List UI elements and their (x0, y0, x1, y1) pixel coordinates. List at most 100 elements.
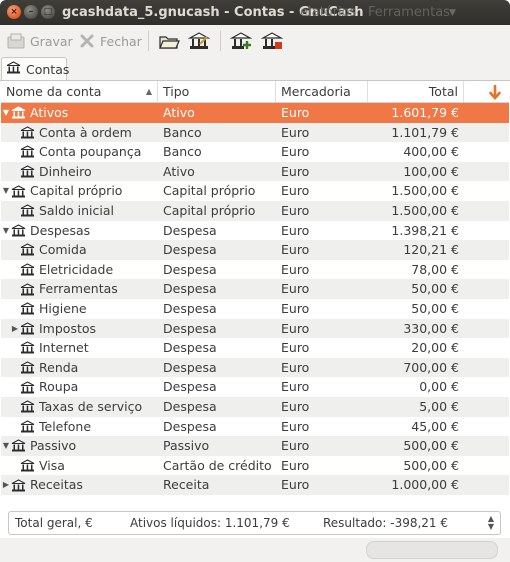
account-name-cell: Saldo inicial (1, 201, 158, 221)
close-tab-button[interactable]: Fechar (78, 29, 142, 53)
edit-account-button[interactable] (188, 29, 210, 53)
account-commodity: Euro (281, 457, 310, 473)
column-header-row: Nome da conta ▲ Tipo Mercadoria Total (1, 81, 509, 103)
account-row[interactable]: Dinheiro Ativo Euro 100,00 € (1, 161, 509, 182)
account-name-cell: Internet (1, 338, 158, 358)
summary-spin-icon[interactable]: ▲ ▼ (488, 515, 494, 531)
account-name: Conta à ordem (39, 124, 132, 140)
account-total: 700,00 € (403, 359, 459, 375)
account-row[interactable]: ▶ Receitas Receita Euro 1.000,00 € (1, 475, 509, 495)
close-label: Fechar (100, 33, 142, 49)
column-header-type[interactable]: Tipo (158, 81, 276, 102)
account-total: 330,00 € (403, 320, 459, 336)
summary-bar[interactable]: Total geral, € Ativos líquidos: 1.101,79… (8, 511, 501, 535)
arrow-down-icon (489, 84, 501, 100)
account-total: 50,00 € (411, 281, 459, 297)
account-row[interactable]: Telefone Despesa Euro 45,00 € (1, 417, 509, 437)
open-account-button[interactable] (158, 29, 180, 53)
minimize-window-button[interactable]: – (24, 5, 38, 19)
tab-label: Contas (26, 61, 70, 77)
account-type: Despesa (163, 320, 217, 336)
account-name: Visa (39, 457, 65, 473)
column-selector-button[interactable] (464, 81, 509, 102)
account-total: 100,00 € (403, 163, 459, 179)
column-header-commodity[interactable]: Mercadoria (276, 81, 368, 102)
account-name: Taxas de serviço (39, 398, 143, 414)
menu-reports[interactable]: elatórios (300, 5, 356, 20)
expander-open-icon[interactable]: ▼ (1, 181, 11, 201)
account-row[interactable]: Higiene Despesa Euro 50,00 € (1, 299, 509, 319)
bank-icon (20, 302, 36, 316)
account-type: Cartão de crédito (163, 457, 272, 473)
account-row[interactable]: Taxas de serviço Despesa Euro 5,00 € (1, 396, 509, 417)
account-name: Passivo (30, 438, 77, 454)
account-row[interactable]: Conta poupança Banco Euro 400,00 € (1, 142, 509, 162)
account-name-cell: Comida (1, 240, 158, 260)
menu-overflow-icon[interactable]: ▼ (449, 8, 456, 18)
account-commodity: Euro (281, 124, 310, 140)
account-total: 1.101,79 € (391, 124, 459, 140)
expander-open-icon[interactable]: ▼ (1, 103, 11, 123)
account-row[interactable]: Comida Despesa Euro 120,21 € (1, 240, 509, 260)
delete-account-icon (261, 31, 283, 51)
column-header-name[interactable]: Nome da conta ▲ (1, 81, 158, 102)
account-type: Ativo (163, 163, 195, 179)
bank-icon (20, 125, 36, 139)
account-extra-cell (464, 201, 509, 221)
account-total: 5,00 € (419, 398, 459, 414)
account-name: Ferramentas (39, 281, 118, 297)
save-button[interactable]: Gravar (6, 29, 73, 53)
bank-icon (6, 61, 21, 77)
account-total: 78,00 € (411, 261, 459, 277)
account-total: 0,00 € (419, 379, 459, 395)
account-row[interactable]: Eletricidade Despesa Euro 78,00 € (1, 260, 509, 280)
menu-tools[interactable]: Ferramentas (368, 5, 450, 20)
account-name: Telefone (39, 418, 92, 434)
column-header-total[interactable]: Total (368, 81, 464, 102)
delete-account-button[interactable] (261, 29, 283, 53)
account-row[interactable]: Internet Despesa Euro 20,00 € (1, 338, 509, 358)
account-name-cell: ▼ Ativos (1, 103, 158, 123)
account-row[interactable]: ▼ Ativos Ativo Euro 1.601,79 € (1, 103, 509, 123)
account-row[interactable]: Roupa Despesa Euro 0,00 € (1, 377, 509, 397)
accounts-tree[interactable]: Nome da conta ▲ Tipo Mercadoria Total ▼ A… (1, 81, 509, 495)
new-account-button[interactable] (230, 29, 252, 53)
account-name: Higiene (39, 300, 87, 316)
account-extra-cell (464, 142, 509, 162)
account-commodity: Euro (281, 202, 310, 218)
account-type: Despesa (163, 222, 217, 238)
account-type: Despesa (163, 300, 217, 316)
account-commodity: Euro (281, 340, 310, 356)
account-row[interactable]: ▶ Impostos Despesa Euro 330,00 € (1, 318, 509, 339)
account-name: Eletricidade (39, 261, 114, 277)
account-row[interactable]: Saldo inicial Capital próprio Euro 1.500,00… (1, 200, 509, 221)
bank-icon (11, 106, 27, 120)
tab-accounts[interactable]: Contas (1, 57, 70, 80)
account-total: 400,00 € (403, 144, 459, 160)
expander-open-icon[interactable]: ▼ (1, 221, 11, 241)
account-row[interactable]: Conta à ordem Banco Euro 1.101,79 € (1, 122, 509, 143)
save-icon (6, 32, 26, 50)
account-type: Passivo (163, 438, 210, 454)
account-commodity: Euro (281, 144, 310, 160)
expander-closed-icon[interactable]: ▶ (1, 475, 11, 495)
account-commodity: Euro (281, 438, 310, 454)
account-extra-cell (464, 475, 509, 495)
account-name: Comida (39, 242, 87, 258)
expander-closed-icon[interactable]: ▶ (10, 319, 20, 339)
account-row[interactable]: ▼ Despesas Despesa Euro 1.398,21 € (1, 221, 509, 241)
maximize-window-button[interactable]: □ (41, 5, 55, 19)
expander-open-icon[interactable]: ▼ (1, 436, 11, 456)
account-row[interactable]: Visa Cartão de crédito Euro 500,00 € (1, 456, 509, 476)
account-row[interactable]: Renda Despesa Euro 700,00 € (1, 357, 509, 378)
account-total: 1.500,00 € (391, 202, 459, 218)
new-account-icon (230, 31, 252, 51)
account-commodity: Euro (281, 477, 310, 493)
account-row[interactable]: ▼ Capital próprio Capital próprio Euro 1.500… (1, 181, 509, 201)
account-name: Renda (39, 359, 79, 375)
toolbar-separator (148, 31, 149, 51)
account-row[interactable]: Ferramentas Despesa Euro 50,00 € (1, 279, 509, 299)
close-window-button[interactable]: × (7, 5, 21, 19)
account-extra-cell (464, 279, 509, 299)
account-row[interactable]: ▼ Passivo Passivo Euro 500,00 € (1, 436, 509, 456)
